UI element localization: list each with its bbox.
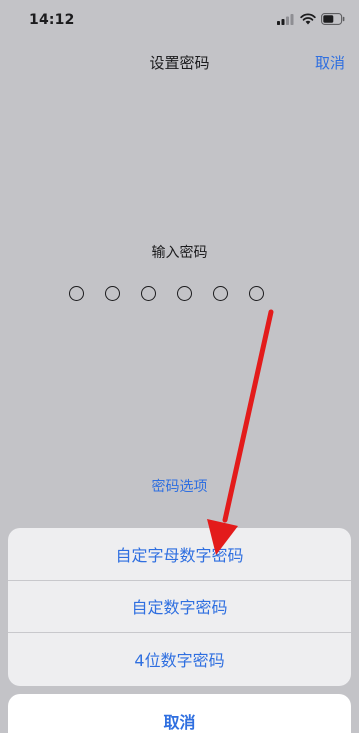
status-time: 14:12 bbox=[29, 12, 75, 28]
navigation-bar: 设置密码 取消 bbox=[0, 42, 359, 82]
passcode-dots bbox=[69, 286, 264, 301]
status-icons bbox=[277, 13, 345, 25]
passcode-dot bbox=[249, 286, 264, 301]
passcode-prompt: 输入密码 bbox=[151, 245, 208, 261]
passcode-dot bbox=[105, 286, 120, 301]
passcode-dot bbox=[69, 286, 84, 301]
passcode-dot bbox=[141, 286, 156, 301]
page-title: 设置密码 bbox=[149, 54, 210, 72]
option-4-digit[interactable]: 4位数字密码 bbox=[8, 633, 351, 686]
battery-icon bbox=[321, 13, 345, 25]
passcode-options-link[interactable]: 密码选项 bbox=[0, 476, 359, 496]
cancel-button[interactable]: 取消 bbox=[315, 52, 345, 73]
passcode-dot bbox=[177, 286, 192, 301]
action-sheet: 自定字母数字密码 自定数字密码 4位数字密码 bbox=[8, 528, 351, 686]
option-custom-alphanumeric[interactable]: 自定字母数字密码 bbox=[8, 528, 351, 581]
passcode-dot bbox=[213, 286, 228, 301]
cellular-signal-icon bbox=[277, 13, 294, 25]
set-passcode-screen: 14:12 设置密码 取消 输入密码 密码选项 自定字母数字密码 自定数字密码 … bbox=[0, 0, 359, 746]
wifi-icon bbox=[300, 13, 316, 25]
status-bar: 14:12 bbox=[0, 0, 359, 40]
action-sheet-cancel-button[interactable]: 取消 bbox=[8, 694, 351, 746]
option-custom-numeric[interactable]: 自定数字密码 bbox=[8, 581, 351, 634]
